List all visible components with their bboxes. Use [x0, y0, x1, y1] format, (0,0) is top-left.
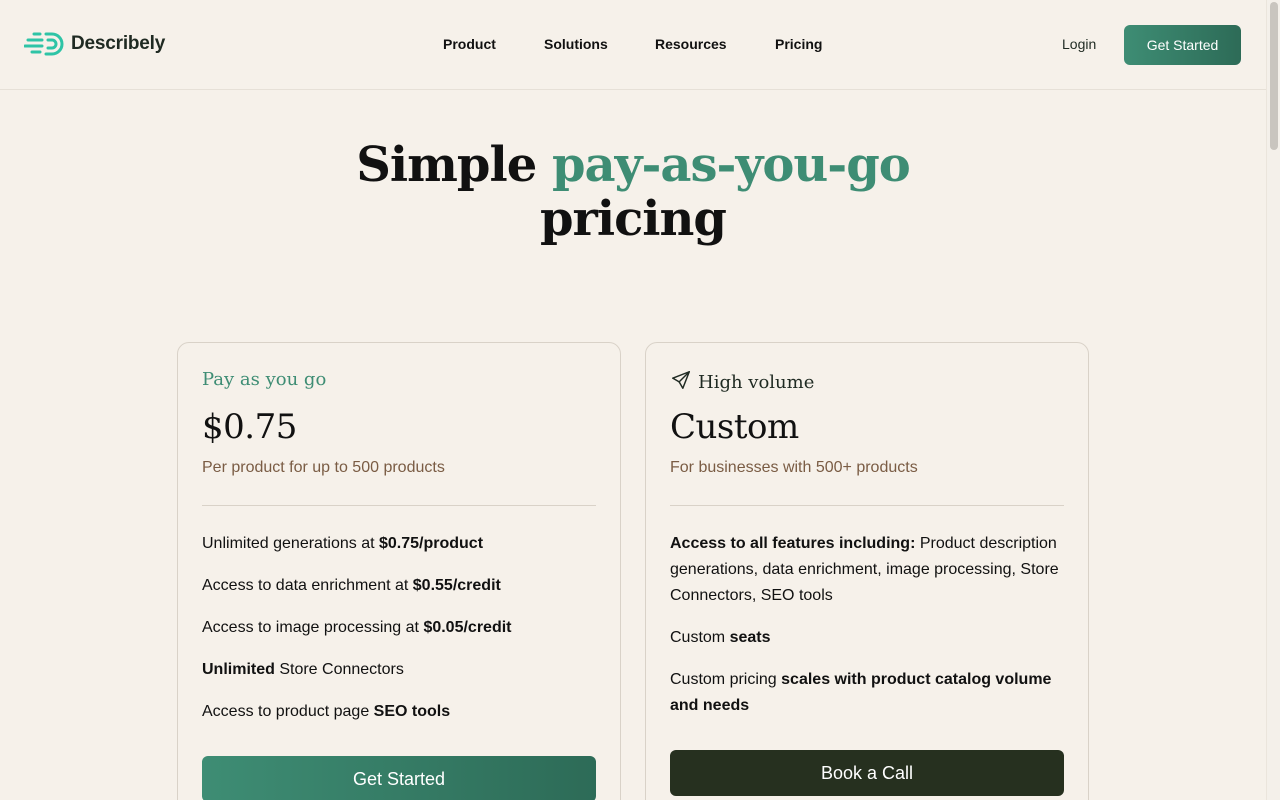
plan-divider — [670, 505, 1064, 506]
feature-item: Access to product page SEO tools — [202, 703, 451, 720]
page-scrollbar[interactable] — [1266, 0, 1280, 800]
feature-item: Unlimited Store Connectors — [202, 661, 404, 678]
feature-item: Custom pricing scales with product catal… — [670, 671, 1052, 714]
brand-logo[interactable]: Describely — [24, 31, 165, 57]
plan-price: $0.75 — [202, 407, 297, 447]
book-a-call-button[interactable]: Book a Call — [670, 750, 1064, 796]
plan-divider — [202, 505, 596, 506]
nav-item-solutions[interactable]: Solutions — [544, 36, 608, 52]
plan-feature-list: Access to all features including: Produc… — [670, 531, 1064, 735]
plan-eyebrow: Pay as you go — [202, 369, 326, 390]
plan-subtitle: Per product for up to 500 products — [202, 459, 445, 476]
title-start: Simple — [356, 137, 552, 193]
brand-name: Describely — [71, 33, 166, 54]
rocket-icon — [670, 369, 692, 396]
scrollbar-thumb[interactable] — [1270, 2, 1278, 150]
title-end: pricing — [539, 191, 727, 247]
page-title: Simple pay-as-you-go pricing — [0, 138, 1266, 246]
nav-item-product[interactable]: Product — [443, 36, 496, 52]
feature-item: Access to image processing at $0.05/cred… — [202, 619, 512, 636]
login-link[interactable]: Login — [1062, 36, 1096, 52]
feature-item: Unlimited generations at $0.75/product — [202, 535, 484, 552]
plan-eyebrow-label: Pay as you go — [202, 369, 327, 390]
plan-subtitle: For businesses with 500+ products — [670, 459, 918, 476]
title-accent: pay-as-you-go — [551, 137, 911, 193]
plan-eyebrow-label: High volume — [698, 372, 815, 393]
plan-get-started-button[interactable]: Get Started — [202, 756, 596, 800]
feature-item: Access to all features including: Produc… — [670, 535, 1059, 604]
plan-card-pay-as-you-go: Pay as you go $0.75 Per product for up t… — [177, 342, 621, 800]
plan-eyebrow: High volume — [670, 369, 814, 396]
plan-feature-list: Unlimited generations at $0.75/product A… — [202, 531, 596, 741]
site-header: Describely Product Solutions Resources P… — [0, 0, 1266, 90]
nav-item-pricing[interactable]: Pricing — [775, 36, 822, 52]
nav-item-resources[interactable]: Resources — [655, 36, 727, 52]
plan-price: Custom — [670, 407, 799, 447]
header-get-started-button[interactable]: Get Started — [1124, 25, 1241, 65]
feature-item: Custom seats — [670, 629, 771, 646]
feature-item: Access to data enrichment at $0.55/credi… — [202, 577, 501, 594]
logo-icon — [24, 31, 66, 57]
plan-card-high-volume: High volume Custom For businesses with 5… — [645, 342, 1089, 800]
